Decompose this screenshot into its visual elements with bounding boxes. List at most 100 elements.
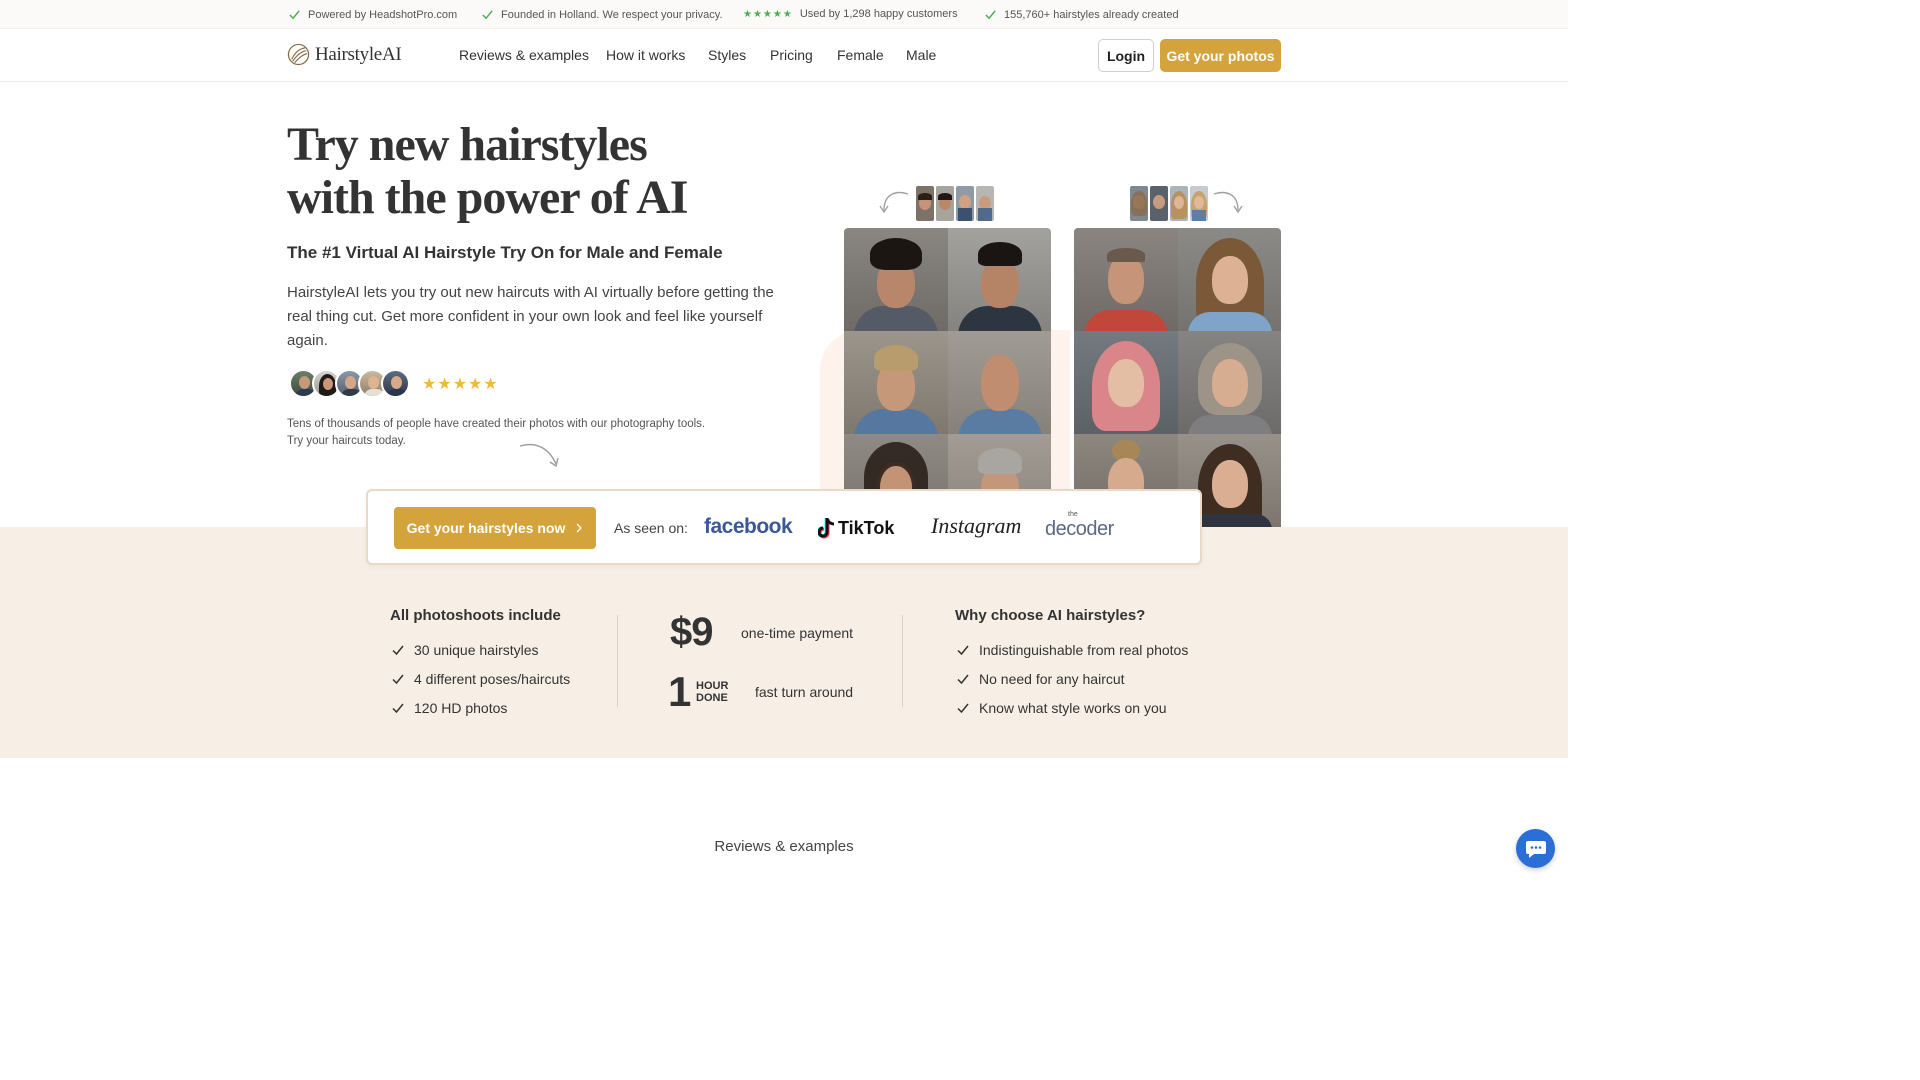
logo[interactable]: HairstyleAI bbox=[287, 43, 402, 66]
decoder-prefix: the bbox=[1068, 511, 1078, 518]
check-icon bbox=[392, 645, 404, 656]
feature-item: Indistinguishable from real photos bbox=[956, 642, 1188, 658]
thumbnail-photo bbox=[1150, 186, 1168, 221]
curved-arrow-icon bbox=[519, 443, 559, 468]
hero-social-proof-note: Tens of thousands of people have created… bbox=[287, 418, 706, 447]
nav-link-styles[interactable]: Styles bbox=[708, 47, 746, 63]
feature-item: No need for any haircut bbox=[956, 671, 1125, 687]
hairstyle-photo bbox=[844, 228, 948, 331]
hairstyle-photo bbox=[947, 228, 1051, 331]
hero-title: Try new hairstyles with the power of AI bbox=[287, 118, 807, 224]
topbar-item-customers: ★★★★★ Used by 1,298 happy customers bbox=[743, 8, 958, 20]
thumbnail-photo bbox=[936, 186, 954, 221]
topbar-item-label: Used by 1,298 happy customers bbox=[799, 8, 958, 20]
check-icon bbox=[985, 10, 996, 20]
login-button[interactable]: Login bbox=[1098, 39, 1154, 72]
hairstyle-photo bbox=[1177, 228, 1281, 331]
customer-avatars bbox=[289, 369, 410, 398]
nav-link-reviews[interactable]: Reviews & examples bbox=[459, 47, 589, 63]
turnaround-label: fast turn around bbox=[755, 684, 854, 700]
logo-icon bbox=[287, 43, 310, 66]
chevron-right-icon bbox=[576, 523, 583, 533]
check-icon bbox=[392, 703, 404, 714]
feature-item-label: 4 different poses/haircuts bbox=[414, 671, 571, 687]
decoder-wordmark: decoder bbox=[1045, 518, 1114, 540]
topbar-item-label: 155,760+ hairstyles already created bbox=[1004, 8, 1179, 21]
hero-description: HairstyleAI lets you try out new haircut… bbox=[287, 284, 774, 349]
hero-subtitle: The #1 Virtual AI Hairstyle Try On for M… bbox=[287, 243, 723, 262]
as-seen-on-card: Get your hairstyles now As seen on: face… bbox=[366, 489, 1202, 565]
logo-text: HairstyleAI bbox=[315, 43, 402, 65]
feature-item: 30 unique hairstyles bbox=[391, 642, 539, 658]
hairstyle-photo bbox=[844, 331, 948, 434]
price-label: one-time payment bbox=[741, 625, 854, 641]
feature-item: 120 HD photos bbox=[391, 700, 507, 716]
check-icon bbox=[392, 674, 404, 685]
topbar-item-label: Powered by HeadshotPro.com bbox=[308, 8, 458, 21]
turnaround-unit-line-1: HOUR bbox=[696, 680, 729, 692]
check-icon bbox=[482, 10, 493, 20]
male-source-thumbnails bbox=[916, 186, 994, 221]
tiktok-logo: TikTok bbox=[818, 517, 894, 539]
the-decoder-logo: the decoder bbox=[1045, 511, 1125, 545]
thumbnail-photo bbox=[976, 186, 994, 221]
feature-item-label: No need for any haircut bbox=[979, 671, 1125, 687]
turnaround-number: 1 bbox=[668, 668, 692, 715]
thumbnail-photo bbox=[916, 186, 934, 221]
why-choose-title: Why choose AI hairstyles? bbox=[955, 607, 1146, 624]
get-hairstyles-button[interactable]: Get your hairstyles now bbox=[394, 507, 596, 549]
chat-widget-button[interactable] bbox=[1516, 829, 1555, 868]
photoshoots-include-title: All photoshoots include bbox=[390, 607, 561, 624]
main-navbar: HairstyleAI Reviews & examples How it wo… bbox=[0, 29, 1568, 82]
price-value: $9 bbox=[670, 610, 713, 654]
thumbnail-photo bbox=[956, 186, 974, 221]
tiktok-icon bbox=[818, 518, 835, 539]
topbar-item-hairstyles-created: 155,760+ hairstyles already created bbox=[984, 8, 1179, 21]
hero-title-line-2: with the power of AI bbox=[287, 171, 688, 224]
get-photos-button[interactable]: Get your photos bbox=[1160, 39, 1281, 72]
female-hairstyle-grid bbox=[1074, 228, 1281, 527]
thumbnail-photo bbox=[1190, 186, 1208, 221]
get-hairstyles-button-label: Get your hairstyles now bbox=[406, 520, 566, 536]
check-icon bbox=[289, 10, 300, 20]
facebook-logo: facebook bbox=[704, 515, 793, 538]
topbar-item-powered: Powered by HeadshotPro.com bbox=[288, 8, 457, 21]
thumbnail-photo bbox=[1170, 186, 1188, 221]
stars-icon: ★★★★★ bbox=[743, 8, 793, 20]
curved-arrow-icon bbox=[879, 191, 909, 214]
column-divider bbox=[902, 615, 903, 707]
feature-item-label: Know what style works on you bbox=[979, 700, 1167, 716]
check-icon bbox=[957, 674, 969, 685]
nav-link-pricing[interactable]: Pricing bbox=[770, 47, 813, 63]
feature-item-label: Indistinguishable from real photos bbox=[979, 642, 1189, 658]
hairstyle-photo bbox=[1074, 228, 1178, 331]
hairstyle-photo bbox=[1074, 331, 1178, 434]
as-seen-on-label: As seen on: bbox=[614, 520, 688, 536]
tiktok-logo-text: TikTok bbox=[838, 517, 895, 538]
nav-link-how-it-works[interactable]: How it works bbox=[606, 47, 685, 63]
hairstyle-photo bbox=[1177, 331, 1281, 434]
nav-link-female[interactable]: Female bbox=[837, 47, 884, 63]
curved-arrow-icon bbox=[1213, 191, 1243, 214]
feature-item-label: 120 HD photos bbox=[414, 700, 508, 716]
check-icon bbox=[957, 703, 969, 714]
feature-item-label: 30 unique hairstyles bbox=[414, 642, 539, 658]
check-icon bbox=[957, 645, 969, 656]
turnaround-unit: HOUR DONE bbox=[696, 680, 728, 704]
top-announcement-bar: Powered by HeadshotPro.com Founded in Ho… bbox=[0, 0, 1568, 29]
male-hairstyle-grid bbox=[844, 228, 1051, 527]
instagram-logo: Instagram bbox=[931, 513, 1022, 538]
female-source-thumbnails bbox=[1130, 186, 1208, 221]
chat-bubble-icon bbox=[1525, 840, 1546, 858]
nav-link-male[interactable]: Male bbox=[906, 47, 936, 63]
thumbnail-photo bbox=[1130, 186, 1148, 221]
turnaround-unit-line-2: DONE bbox=[696, 692, 728, 704]
hairstyle-photo bbox=[947, 331, 1051, 434]
feature-item: 4 different poses/haircuts bbox=[391, 671, 570, 687]
rating-stars-icon: ★★★★★ bbox=[422, 376, 499, 393]
topbar-item-holland: Founded in Holland. We respect your priv… bbox=[481, 8, 723, 21]
avatar bbox=[381, 369, 410, 398]
column-divider bbox=[617, 615, 618, 707]
topbar-item-label: Founded in Holland. We respect your priv… bbox=[501, 8, 723, 21]
hero-title-line-1: Try new hairstyles bbox=[287, 118, 648, 171]
